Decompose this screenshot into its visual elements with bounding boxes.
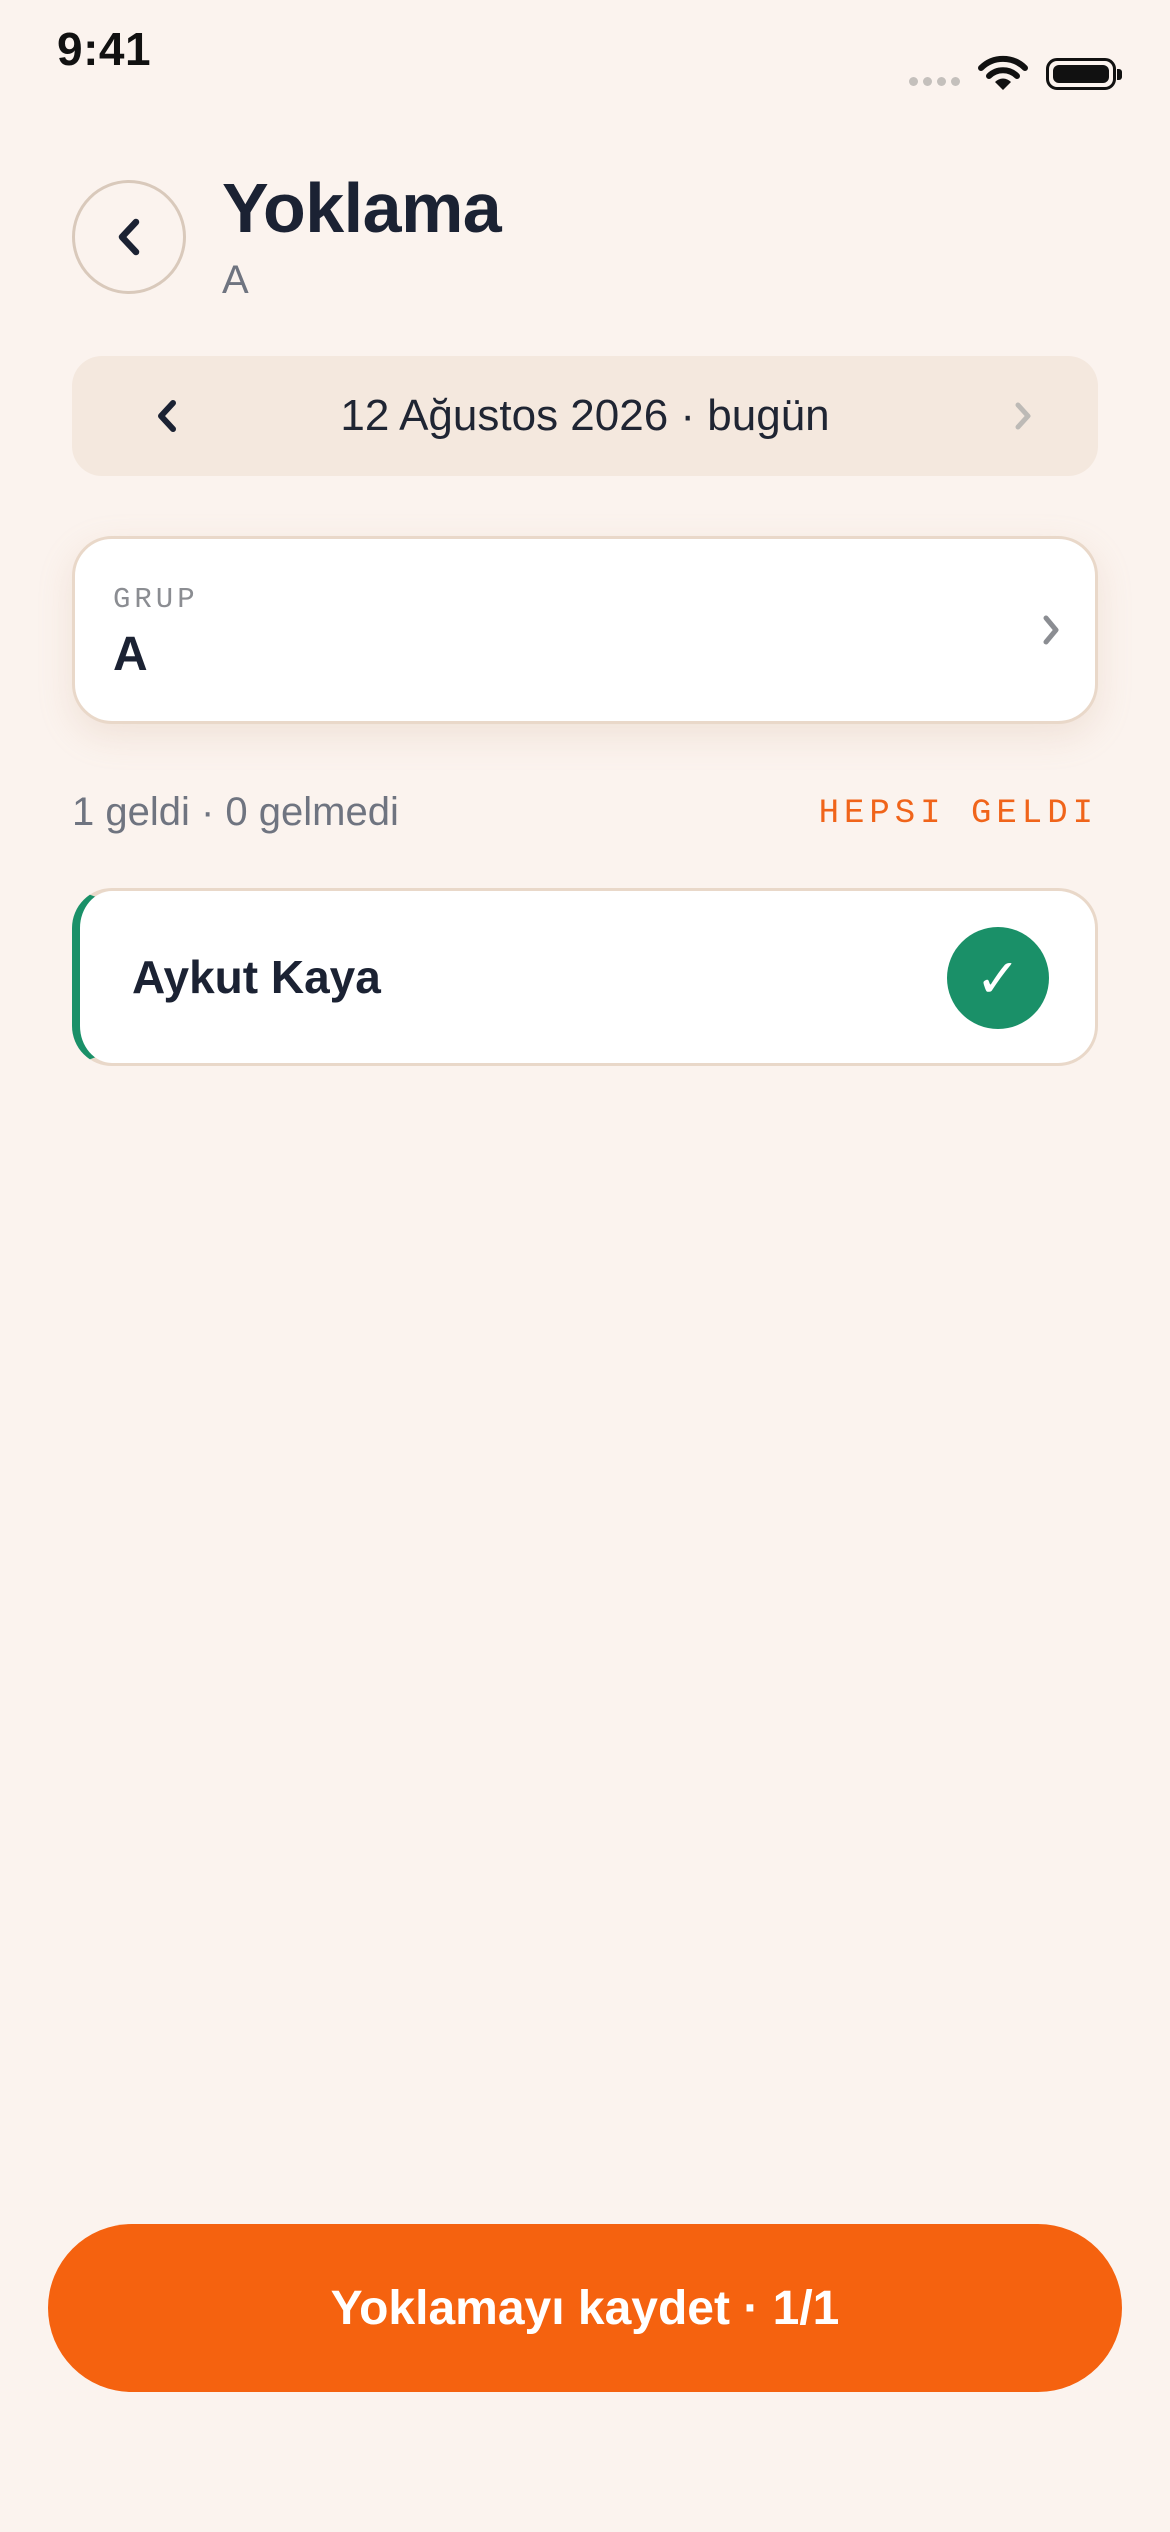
page-title: Yoklama <box>222 169 502 247</box>
status-time: 9:41 <box>57 23 152 75</box>
next-day-button[interactable] <box>978 356 1068 476</box>
date-label: 12 Ağustos 2026 · bugün <box>340 391 830 440</box>
attendance-summary: 1 geldi · 0 gelmedi <box>72 790 399 834</box>
student-row[interactable]: Aykut Kaya ✓ <box>72 888 1098 1066</box>
wifi-icon <box>978 55 1028 90</box>
chevron-right-icon <box>1015 402 1031 430</box>
previous-day-button[interactable] <box>122 356 212 476</box>
date-navigator: 12 Ağustos 2026 · bugün <box>72 356 1098 476</box>
status-indicators <box>909 52 1122 96</box>
back-button[interactable] <box>72 180 186 294</box>
group-chevron <box>1041 539 1061 721</box>
cellular-signal-icon <box>909 76 960 86</box>
student-name: Aykut Kaya <box>132 951 381 1003</box>
page-subtitle: A <box>222 258 249 302</box>
group-caption: GRUP <box>113 583 199 616</box>
chevron-left-icon <box>118 218 140 256</box>
mark-all-present-button[interactable]: HEPSI GELDI <box>819 795 1098 833</box>
chevron-left-icon <box>158 400 176 432</box>
group-selector[interactable]: GRUP A <box>72 536 1098 724</box>
chevron-right-icon <box>1043 615 1059 645</box>
group-value: A <box>113 628 148 681</box>
present-toggle[interactable]: ✓ <box>947 927 1049 1029</box>
checkmark-icon: ✓ <box>975 948 1021 1009</box>
save-attendance-button[interactable]: Yoklamayı kaydet · 1/1 <box>48 2224 1122 2392</box>
battery-icon <box>1046 58 1122 90</box>
